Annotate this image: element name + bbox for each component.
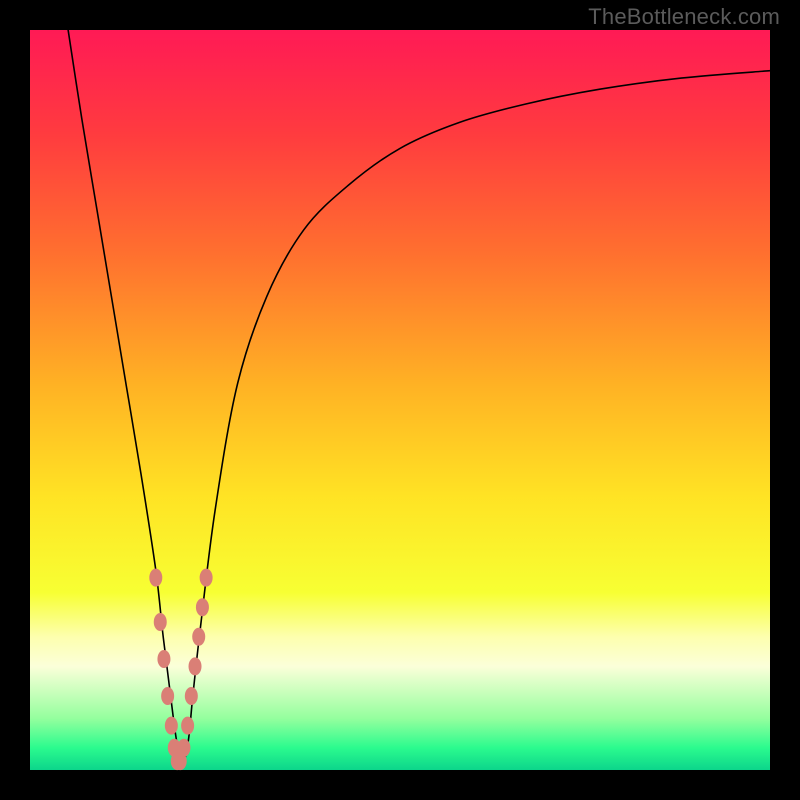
highlight-dot	[185, 687, 198, 705]
highlight-dot	[149, 569, 162, 587]
highlight-dot	[161, 687, 174, 705]
highlight-dot	[157, 650, 170, 668]
chart-stage: TheBottleneck.com	[0, 0, 800, 800]
highlight-dot	[177, 739, 190, 757]
highlight-dot	[181, 717, 194, 735]
highlight-dot	[200, 569, 213, 587]
bottleneck-curve	[67, 23, 770, 764]
highlight-dot	[165, 717, 178, 735]
highlight-dot	[196, 598, 209, 616]
chart-overlay	[0, 0, 800, 800]
watermark-text: TheBottleneck.com	[588, 4, 780, 30]
highlight-dot	[154, 613, 167, 631]
highlight-dot	[189, 657, 202, 675]
highlight-dot	[192, 628, 205, 646]
